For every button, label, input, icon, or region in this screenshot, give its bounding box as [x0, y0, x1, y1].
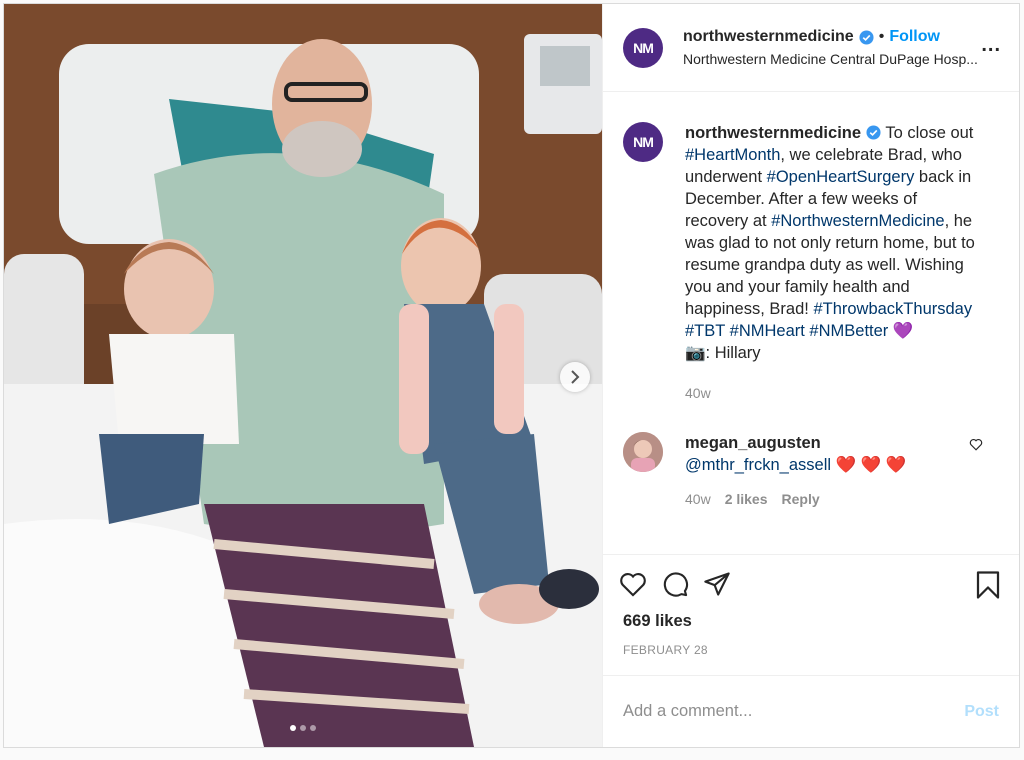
- carousel-dot-3: [310, 725, 316, 731]
- post-photo: [4, 4, 602, 747]
- save-icon: [976, 571, 1000, 599]
- hashtag-link[interactable]: #NMBetter: [809, 322, 888, 340]
- comment-icon: [663, 571, 688, 597]
- avatar-initials: NM: [633, 39, 654, 56]
- photo-credit: : Hillary: [705, 344, 761, 362]
- hashtag-link[interactable]: #NorthwesternMedicine: [771, 212, 944, 230]
- avatar-initials: NM: [633, 134, 654, 150]
- carousel-next-button[interactable]: [560, 362, 590, 392]
- like-button[interactable]: [619, 571, 647, 597]
- caption: NM northwesternmedicine To close out #He…: [623, 122, 999, 404]
- verified-badge-icon: [866, 125, 881, 140]
- action-bar: [603, 554, 1019, 612]
- comment-likes[interactable]: 2 likes: [725, 488, 768, 510]
- post-sidebar: NM northwesternmedicine • Follow Northwe…: [602, 4, 1019, 747]
- hashtag-link[interactable]: #ThrowbackThursday: [813, 300, 972, 318]
- like-icon: [620, 572, 646, 597]
- commenter-username[interactable]: megan_augusten: [685, 434, 821, 452]
- comment-like-icon[interactable]: [969, 438, 983, 451]
- post-comment-button[interactable]: Post: [964, 703, 999, 721]
- comment-timestamp[interactable]: 40w: [685, 488, 711, 510]
- mention-link[interactable]: @mthr_frckn_assell: [685, 456, 831, 474]
- header-username[interactable]: northwesternmedicine: [683, 28, 854, 46]
- caption-text: To close out: [885, 124, 974, 142]
- hashtag-link[interactable]: #TBT: [685, 322, 725, 340]
- carousel-dot-1: [290, 725, 296, 731]
- post-card: NM northwesternmedicine • Follow Northwe…: [3, 3, 1020, 748]
- commenter-avatar[interactable]: [623, 432, 663, 472]
- comment-input[interactable]: [623, 702, 965, 721]
- carousel-indicator: [4, 725, 602, 731]
- verified-badge-icon: [859, 29, 874, 45]
- share-button[interactable]: [703, 570, 731, 598]
- comment-button[interactable]: [661, 570, 689, 598]
- more-options-icon[interactable]: ...: [981, 35, 1001, 55]
- chevron-right-icon: [571, 370, 580, 384]
- hashtag-link[interactable]: #NMHeart: [730, 322, 805, 340]
- share-icon: [704, 571, 730, 596]
- profile-avatar[interactable]: NM: [623, 27, 663, 68]
- follow-button[interactable]: Follow: [889, 28, 940, 46]
- purple-heart-emoji: 💜: [892, 322, 914, 340]
- add-comment-bar: Post: [603, 675, 1019, 747]
- caption-username[interactable]: northwesternmedicine: [685, 124, 861, 142]
- hashtag-link[interactable]: #OpenHeartSurgery: [767, 168, 915, 186]
- reply-button[interactable]: Reply: [782, 488, 820, 510]
- hearts-emoji: ❤️ ❤️ ❤️: [835, 456, 907, 474]
- carousel-dot-2: [300, 725, 306, 731]
- comment-item: megan_augusten @mthr_frckn_assell ❤️ ❤️ …: [623, 432, 999, 510]
- hospital-photo-image: [4, 4, 602, 747]
- location-link[interactable]: Northwestern Medicine Central DuPage Hos…: [683, 51, 1003, 67]
- separator-dot: •: [878, 28, 885, 45]
- likes-count[interactable]: 669 likes: [603, 612, 1019, 631]
- comments-section: NM northwesternmedicine To close out #He…: [603, 92, 1019, 554]
- post-date[interactable]: FEBRUARY 28: [603, 643, 1019, 657]
- caption-avatar[interactable]: NM: [623, 122, 663, 162]
- caption-timestamp[interactable]: 40w: [685, 382, 975, 404]
- post-header: NM northwesternmedicine • Follow Northwe…: [603, 4, 1019, 92]
- save-button[interactable]: [975, 570, 1001, 605]
- hashtag-link[interactable]: #HeartMonth: [685, 146, 780, 164]
- camera-emoji: 📷: [685, 344, 706, 362]
